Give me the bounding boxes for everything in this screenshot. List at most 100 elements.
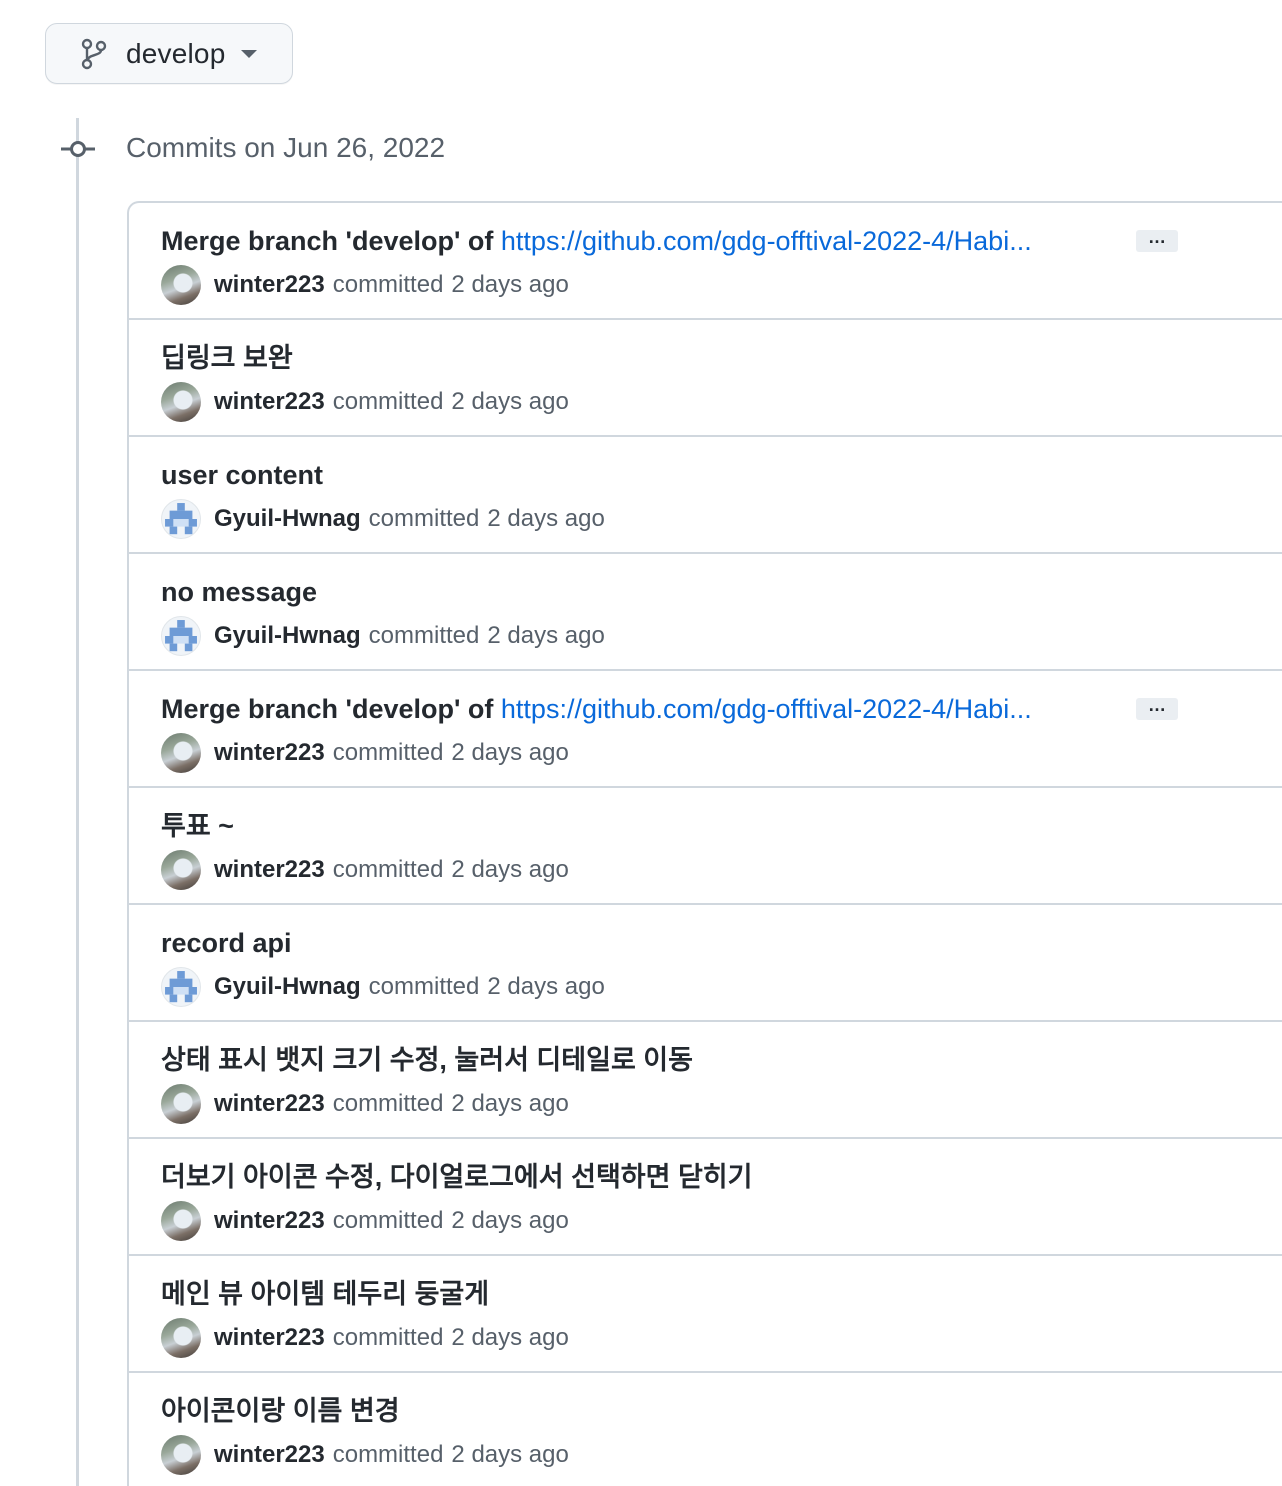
- commit-title[interactable]: 딥링크 보완: [161, 340, 293, 376]
- commit-title[interactable]: Merge branch 'develop' of https://github…: [161, 223, 1032, 259]
- commit-author[interactable]: winter223: [214, 1324, 325, 1352]
- timeline-line: [76, 118, 79, 1486]
- commit-link[interactable]: https://github.com/gdg-offtival-2022-4/H…: [501, 694, 1032, 724]
- commit-meta: winter223 committed 2 days ago: [161, 1435, 569, 1475]
- commit-message[interactable]: 딥링크 보완: [161, 343, 293, 373]
- branch-select-button[interactable]: develop: [45, 23, 293, 84]
- commit-time[interactable]: 2 days ago: [451, 856, 568, 884]
- commit-meta: Gyuil-Hwnag committed 2 days ago: [161, 499, 605, 539]
- commit-author[interactable]: winter223: [214, 388, 325, 416]
- avatar-identicon[interactable]: [161, 499, 201, 539]
- committed-label: committed: [332, 271, 444, 298]
- commit-message[interactable]: 상태 표시 뱃지 크기 수정, 눌러서 디테일로 이동: [161, 1045, 693, 1075]
- commit-author[interactable]: Gyuil-Hwnag: [214, 505, 361, 533]
- commit-row: 딥링크 보완 winter223 committed 2 days ago: [129, 320, 1282, 437]
- commit-time[interactable]: 2 days ago: [451, 739, 568, 767]
- identicon-icon: [165, 620, 197, 652]
- commit-meta: winter223 committed 2 days ago: [161, 265, 569, 305]
- commit-title[interactable]: record api: [161, 925, 292, 961]
- commit-author[interactable]: winter223: [214, 271, 325, 299]
- commit-time[interactable]: 2 days ago: [487, 622, 604, 650]
- commit-date-heading: Commits on Jun 26, 2022: [126, 132, 446, 163]
- avatar-identicon[interactable]: [161, 616, 201, 656]
- avatar[interactable]: [161, 265, 201, 305]
- commit-message[interactable]: record api: [161, 928, 292, 958]
- commit-message[interactable]: no message: [161, 577, 317, 607]
- commit-time[interactable]: 2 days ago: [451, 388, 568, 416]
- commit-message[interactable]: user content: [161, 460, 323, 490]
- commit-message[interactable]: 메인 뷰 아이템 테두리 둥굴게: [161, 1279, 489, 1309]
- commit-row: record api Gyuil-Hwnag committed 2 days ag…: [129, 905, 1282, 1022]
- git-branch-icon: [81, 38, 107, 69]
- commit-title[interactable]: no message: [161, 574, 317, 610]
- commit-time[interactable]: 2 days ago: [451, 1090, 568, 1118]
- commit-time[interactable]: 2 days ago: [487, 505, 604, 533]
- avatar-identicon[interactable]: [161, 967, 201, 1007]
- commit-link[interactable]: https://github.com/gdg-offtival-2022-4/H…: [501, 226, 1032, 256]
- commit-row: user content Gyuil-Hwnag committed 2 days …: [129, 437, 1282, 554]
- commit-title[interactable]: 상태 표시 뱃지 크기 수정, 눌러서 디테일로 이동: [161, 1042, 693, 1078]
- commit-title[interactable]: 아이콘이랑 이름 변경: [161, 1393, 400, 1429]
- commit-title[interactable]: 투표 ~: [161, 808, 234, 844]
- expand-message-button[interactable]: …: [1136, 696, 1178, 720]
- commit-author[interactable]: Gyuil-Hwnag: [214, 622, 361, 650]
- commit-row: Merge branch 'develop' of https://github…: [129, 671, 1282, 788]
- avatar[interactable]: [161, 733, 201, 773]
- committed-label: committed: [332, 1207, 444, 1234]
- identicon-icon: [165, 971, 197, 1003]
- avatar[interactable]: [161, 850, 201, 890]
- commit-row: 상태 표시 뱃지 크기 수정, 눌러서 디테일로 이동 winter223 comm…: [129, 1022, 1282, 1139]
- commit-row: 메인 뷰 아이템 테두리 둥굴게 winter223 committed 2 day…: [129, 1256, 1282, 1373]
- commit-time[interactable]: 2 days ago: [451, 1207, 568, 1235]
- commit-message[interactable]: Merge branch 'develop' of: [161, 226, 501, 256]
- committed-label: committed: [332, 739, 444, 766]
- commit-meta: Gyuil-Hwnag committed 2 days ago: [161, 616, 605, 656]
- committed-label: committed: [332, 1090, 444, 1117]
- committed-label: committed: [368, 505, 480, 532]
- commit-title[interactable]: 메인 뷰 아이템 테두리 둥굴게: [161, 1276, 489, 1312]
- commit-meta: winter223 committed 2 days ago: [161, 1318, 569, 1358]
- commit-author[interactable]: winter223: [214, 856, 325, 884]
- avatar[interactable]: [161, 1201, 201, 1241]
- avatar[interactable]: [161, 382, 201, 422]
- commit-title[interactable]: Merge branch 'develop' of https://github…: [161, 691, 1032, 727]
- commit-author[interactable]: Gyuil-Hwnag: [214, 973, 361, 1001]
- commit-title[interactable]: 더보기 아이콘 수정, 다이얼로그에서 선택하면 닫히기: [161, 1159, 753, 1195]
- commit-message[interactable]: 투표 ~: [161, 811, 234, 841]
- commit-row: Merge branch 'develop' of https://github…: [129, 203, 1282, 320]
- avatar[interactable]: [161, 1435, 201, 1475]
- commit-meta: winter223 committed 2 days ago: [161, 1201, 569, 1241]
- commit-author[interactable]: winter223: [214, 1441, 325, 1469]
- commit-message[interactable]: Merge branch 'develop' of: [161, 694, 501, 724]
- expand-message-button[interactable]: …: [1136, 228, 1178, 252]
- commit-time[interactable]: 2 days ago: [451, 1441, 568, 1469]
- commit-meta: winter223 committed 2 days ago: [161, 382, 569, 422]
- commit-meta: Gyuil-Hwnag committed 2 days ago: [161, 967, 605, 1007]
- commit-meta: winter223 committed 2 days ago: [161, 1084, 569, 1124]
- committed-label: committed: [368, 622, 480, 649]
- commit-meta: winter223 committed 2 days ago: [161, 850, 569, 890]
- commit-author[interactable]: winter223: [214, 1207, 325, 1235]
- avatar[interactable]: [161, 1318, 201, 1358]
- committed-label: committed: [332, 388, 444, 415]
- commit-message[interactable]: 더보기 아이콘 수정, 다이얼로그에서 선택하면 닫히기: [161, 1162, 753, 1192]
- avatar[interactable]: [161, 1084, 201, 1124]
- committed-label: committed: [332, 1441, 444, 1468]
- commit-row: 투표 ~ winter223 committed 2 days ago: [129, 788, 1282, 905]
- branch-name: develop: [126, 37, 226, 69]
- commit-author[interactable]: winter223: [214, 1090, 325, 1118]
- chevron-down-icon: [241, 49, 258, 58]
- identicon-icon: [165, 503, 197, 535]
- commit-time[interactable]: 2 days ago: [451, 1324, 568, 1352]
- commit-list: Merge branch 'develop' of https://github…: [127, 201, 1282, 1486]
- commit-title[interactable]: user content: [161, 457, 323, 493]
- commit-author[interactable]: winter223: [214, 739, 325, 767]
- commit-row: no message Gyuil-Hwnag committed 2 days ag…: [129, 554, 1282, 671]
- commits-page: develop Commits on Jun 26, 2022 Merge br…: [0, 0, 1282, 1486]
- commit-message[interactable]: 아이콘이랑 이름 변경: [161, 1396, 400, 1426]
- committed-label: committed: [332, 856, 444, 883]
- commit-time[interactable]: 2 days ago: [487, 973, 604, 1001]
- commit-time[interactable]: 2 days ago: [451, 271, 568, 299]
- committed-label: committed: [332, 1324, 444, 1351]
- commit-node-icon: [61, 141, 95, 157]
